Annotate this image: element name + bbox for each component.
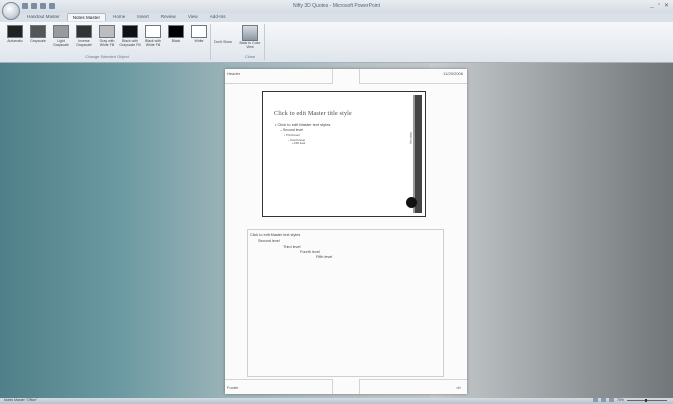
background-styles-group: Automatic Grayscale Light Grayscale Inve… [4, 24, 211, 60]
style-swatch [53, 25, 69, 38]
status-bar: Notes Master "Office" 75% [0, 398, 673, 404]
ribbon: Automatic Grayscale Light Grayscale Inve… [0, 22, 673, 63]
slideshow-icon[interactable] [608, 398, 614, 402]
style-label: Grayscale [30, 39, 46, 43]
style-swatch [145, 25, 161, 38]
notes-page: Header 11/20/2006 Footer ‹#› Slide tag C… [225, 69, 467, 394]
page-number-placeholder[interactable] [359, 379, 467, 394]
style-label: Inverse Grayscale [76, 39, 92, 47]
style-white-button[interactable]: White [188, 24, 210, 50]
header-text: Header [227, 71, 241, 76]
slide-circle-decoration [406, 197, 417, 208]
ribbon-tabs: Handout Master Notes Master Home Insert … [0, 13, 673, 22]
style-swatch [7, 25, 23, 38]
close-master-group: Back to Color View Close [236, 24, 265, 60]
office-button[interactable] [2, 2, 20, 20]
style-swatch [30, 25, 46, 38]
normal-view-icon[interactable] [592, 398, 598, 402]
slide-sorter-icon[interactable] [600, 398, 606, 402]
slide-vertical-text: Slide tag [409, 132, 413, 144]
status-text: Notes Master "Office" [4, 398, 38, 402]
slide-text-level-5: » Fifth level [292, 142, 306, 145]
style-grayscale-button[interactable]: Grayscale [27, 24, 49, 50]
style-swatch [168, 25, 184, 38]
slide-title: Click to edit Master title style [274, 111, 352, 117]
zoom-slider[interactable] [627, 398, 667, 402]
notes-text-level-3: Third level [283, 245, 301, 249]
close-button[interactable]: ✕ [664, 2, 669, 9]
close-group-label: Close [244, 54, 256, 59]
minimize-button[interactable]: _ [650, 2, 653, 9]
maximize-button[interactable]: ▫ [658, 2, 660, 9]
date-text: 11/20/2006 [443, 71, 463, 76]
window-title: Nifty 3D Quotes - Microsoft PowerPoint [293, 3, 380, 9]
notes-text-level-1: Click to edit Master text styles [250, 233, 301, 237]
notes-text-level-2: Second level [258, 239, 280, 243]
style-label: Black with Grayscale Fill [119, 39, 141, 47]
tab-insert[interactable]: Insert [132, 13, 154, 21]
notes-text-level-4: Fourth level [300, 250, 320, 254]
slide-text-level-3: • Third level [284, 133, 300, 137]
footer-placeholder[interactable] [225, 379, 333, 394]
style-black-white-fill-button[interactable]: Black with White Fill [142, 24, 164, 50]
style-swatch [99, 25, 115, 38]
page-number-text: ‹#› [456, 385, 461, 390]
dont-show-label: Don't Show [214, 40, 232, 44]
background-group-label: Change Selected Object [85, 54, 129, 59]
style-black-button[interactable]: Black [165, 24, 187, 50]
view-controls: 75% [592, 398, 667, 402]
style-automatic-button[interactable]: Automatic [4, 24, 26, 50]
style-label: White [194, 39, 204, 43]
zoom-level[interactable]: 75% [617, 398, 624, 402]
notes-text-level-5: Fifth level [316, 255, 333, 259]
style-label: Black with White Fill [145, 39, 161, 47]
workspace: Header 11/20/2006 Footer ‹#› Slide tag C… [0, 63, 673, 398]
back-to-color-view-button[interactable]: Back to Color View [236, 41, 264, 49]
footer-text: Footer [227, 385, 239, 390]
style-gray-white-fill-button[interactable]: Gray with White Fill [96, 24, 118, 50]
tab-home[interactable]: Home [108, 13, 130, 21]
dont-show-button[interactable]: Don't Show [212, 24, 234, 60]
tab-notes-master[interactable]: Notes Master [66, 13, 107, 21]
style-light-grayscale-button[interactable]: Light Grayscale [50, 24, 72, 50]
style-label: Gray with White Fill [99, 39, 115, 47]
style-black-grayscale-fill-button[interactable]: Black with Grayscale Fill [119, 24, 141, 50]
header-placeholder[interactable] [225, 69, 333, 84]
style-label: Black [171, 39, 181, 43]
zoom-slider-thumb[interactable] [645, 398, 647, 402]
slide-text-level-2: – Second level [280, 128, 303, 132]
slide-text-level-1: • Click to edit Master text styles [275, 122, 331, 127]
style-label: Automatic [7, 39, 23, 43]
style-swatch [191, 25, 207, 38]
style-swatch [76, 25, 92, 38]
notes-body-placeholder[interactable]: Click to edit Master text styles Second … [247, 229, 444, 377]
slide-image-placeholder[interactable]: Slide tag Click to edit Master title sty… [262, 91, 426, 217]
title-bar: Nifty 3D Quotes - Microsoft PowerPoint _… [0, 0, 673, 20]
tab-add-ins[interactable]: Add-Ins [205, 13, 231, 21]
tab-view[interactable]: View [183, 13, 203, 21]
style-inverse-grayscale-button[interactable]: Inverse Grayscale [73, 24, 95, 50]
back-to-color-view-icon[interactable] [242, 25, 258, 41]
tab-review[interactable]: Review [156, 13, 181, 21]
window-controls: _ ▫ ✕ [650, 2, 669, 9]
slide-side-bar [413, 95, 422, 213]
tab-handout-master[interactable]: Handout Master [22, 13, 65, 21]
style-label: Light Grayscale [53, 39, 69, 47]
style-swatch [122, 25, 138, 38]
